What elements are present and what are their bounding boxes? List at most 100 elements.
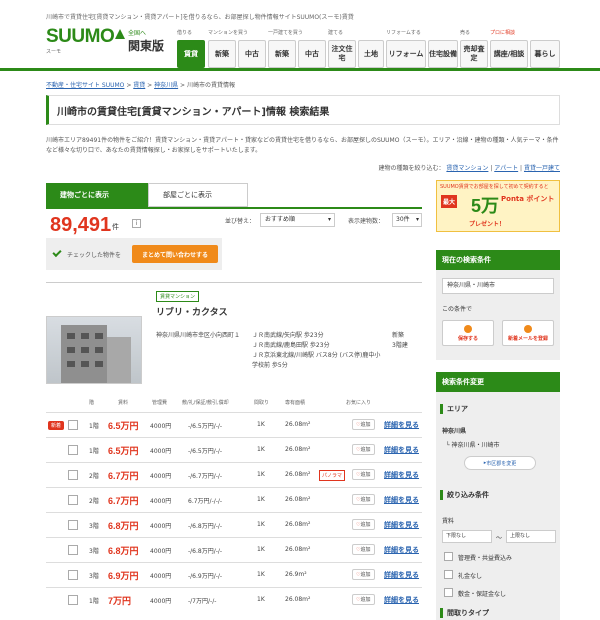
add-favorite-button[interactable]: ♡追加 bbox=[352, 494, 375, 505]
nav-equipment-button[interactable]: 住宅設備 bbox=[428, 40, 458, 68]
add-favorite-button[interactable]: ♡追加 bbox=[352, 544, 375, 555]
area-city: └ 神奈川県・川崎市 bbox=[446, 442, 500, 449]
add-favorite-button[interactable]: ♡追加 bbox=[352, 469, 375, 480]
listing-divider bbox=[46, 282, 422, 283]
table-row: 2階 6.7万円 4000円 6.7万円/-/-/- 1K 26.08m² ♡追加 詳細を見る bbox=[46, 487, 422, 511]
logo-arrow-icon bbox=[115, 29, 126, 39]
table-row: 新着 1階 6.5万円 4000円 -/6.5万円/-/- 1K 26.08m² ♡追加 詳細を… bbox=[46, 412, 422, 436]
panorama-badge: パノラマ bbox=[319, 470, 346, 481]
new-mail-button[interactable]: 新着メールを登録 bbox=[502, 320, 554, 346]
nav-land-button[interactable]: 土地 bbox=[358, 40, 384, 68]
mail-icon bbox=[524, 324, 532, 333]
nav-new-house-button[interactable]: 新築 bbox=[268, 40, 296, 68]
nav-used-house-button[interactable]: 中古 bbox=[298, 40, 326, 68]
info-icon[interactable]: i bbox=[132, 219, 141, 228]
nav-group-buy-mansion: マンションを買う bbox=[208, 30, 249, 36]
room-layout: 1K bbox=[257, 421, 265, 428]
nav-sell-button[interactable]: 売却査定 bbox=[460, 40, 488, 68]
add-favorite-button[interactable]: ♡追加 bbox=[352, 569, 375, 580]
building-name[interactable]: リブリ・カクタス bbox=[156, 305, 228, 318]
room-mgmt-fee: 4000円 bbox=[150, 523, 172, 530]
sort-label: 並び替え： bbox=[225, 218, 256, 225]
building-type-filter: 建物の種類を絞り込む： 賃貸マンション | アパート | 賃貸一戸建て bbox=[378, 165, 560, 172]
header-divider bbox=[0, 68, 600, 71]
save-condition-button[interactable]: 保存する bbox=[442, 320, 494, 346]
room-checkbox[interactable] bbox=[68, 570, 78, 580]
room-rent: 6.5万円 bbox=[108, 421, 139, 431]
nav-rent-button[interactable]: 賃貸 bbox=[177, 40, 205, 68]
ponta-campaign-banner[interactable]: SUUMO賃貸でお部屋を探して初めて契約すると 最大 5万 Ponta ポイント… bbox=[436, 180, 560, 232]
logo-subtitle: スーモ bbox=[46, 49, 62, 55]
nav-consult-button[interactable]: 講座/相談 bbox=[490, 40, 528, 68]
save-icon bbox=[464, 324, 472, 333]
no-deposit-checkbox[interactable] bbox=[444, 588, 453, 597]
current-conditions-header: 現在の検索条件 bbox=[436, 250, 560, 270]
rent-range-separator: ～ bbox=[496, 535, 503, 542]
nav-reform-button[interactable]: リフォーム bbox=[386, 40, 426, 68]
filter-house-link[interactable]: 賃貸一戸建て bbox=[524, 165, 560, 172]
room-mgmt-fee: 4000円 bbox=[150, 448, 172, 455]
building-address: 神奈川県川崎市幸区小向西町１ bbox=[156, 332, 241, 339]
room-rent: 6.7万円 bbox=[108, 471, 139, 481]
room-checkbox[interactable] bbox=[68, 470, 78, 480]
nav-new-mansion-button[interactable]: 新築 bbox=[208, 40, 236, 68]
suumo-logo[interactable]: SUUMO bbox=[46, 26, 126, 48]
room-checkbox[interactable] bbox=[68, 545, 78, 555]
filter-mansion-link[interactable]: 賃貸マンション bbox=[446, 165, 488, 172]
view-details-link[interactable]: 詳細を見る bbox=[384, 595, 419, 605]
room-checkbox[interactable] bbox=[68, 595, 78, 605]
breadcrumb-rent[interactable]: 賃貸 bbox=[133, 82, 145, 89]
tab-by-room[interactable]: 部屋ごとに表示 bbox=[148, 183, 248, 207]
nav-custom-house-button[interactable]: 注文住宅 bbox=[328, 40, 356, 68]
add-favorite-button[interactable]: ♡追加 bbox=[352, 419, 375, 430]
room-area: 26.08m² bbox=[285, 496, 311, 503]
room-deposit: -/7万円/-/- bbox=[188, 598, 217, 605]
rent-max-select[interactable]: 上限なし bbox=[506, 530, 556, 543]
room-deposit: 6.7万円/-/-/- bbox=[188, 498, 223, 505]
rent-min-select[interactable]: 下限なし bbox=[442, 530, 492, 543]
room-checkbox[interactable] bbox=[68, 495, 78, 505]
region-all-link[interactable]: 全国へ bbox=[128, 28, 146, 37]
view-details-link[interactable]: 詳細を見る bbox=[384, 420, 419, 430]
this-condition-label: この条件で bbox=[442, 306, 473, 313]
room-checkbox[interactable] bbox=[68, 445, 78, 455]
room-area: 26.08m² bbox=[285, 446, 311, 453]
add-favorite-button[interactable]: ♡追加 bbox=[352, 444, 375, 455]
table-row: 3階 6.8万円 4000円 -/6.8万円/-/- 1K 26.08m² ♡追加 詳細を見る bbox=[46, 537, 422, 561]
view-details-link[interactable]: 詳細を見る bbox=[384, 495, 419, 505]
nav-life-button[interactable]: 暮らし bbox=[530, 40, 560, 68]
breadcrumb-suumo[interactable]: 不動産・住宅サイト SUUMO bbox=[46, 82, 124, 89]
change-city-button[interactable]: ▸ 市区郡を変更 bbox=[464, 456, 536, 470]
add-favorite-button[interactable]: ♡追加 bbox=[352, 519, 375, 530]
room-rent: 6.8万円 bbox=[108, 546, 139, 556]
room-rent: 6.9万円 bbox=[108, 571, 139, 581]
area-prefecture: 神奈川県 bbox=[442, 428, 467, 435]
narrow-section-title: 絞り込み条件 bbox=[440, 490, 489, 500]
room-mgmt-fee: 4000円 bbox=[150, 423, 172, 430]
nav-used-mansion-button[interactable]: 中古 bbox=[238, 40, 266, 68]
mgmt-included-checkbox[interactable] bbox=[444, 552, 453, 561]
bulk-inquiry-button[interactable]: まとめて問い合わせする bbox=[132, 245, 218, 263]
room-deposit: -/6.8万円/-/- bbox=[188, 523, 223, 530]
tab-by-building[interactable]: 建物ごとに表示 bbox=[46, 183, 148, 207]
room-checkbox[interactable] bbox=[68, 520, 78, 530]
view-details-link[interactable]: 詳細を見る bbox=[384, 470, 419, 480]
room-checkbox[interactable] bbox=[68, 420, 78, 430]
no-deposit-label: 敷金・保証金なし bbox=[458, 591, 507, 598]
breadcrumb-kanagawa[interactable]: 神奈川県 bbox=[154, 82, 178, 89]
add-favorite-button[interactable]: ♡追加 bbox=[352, 594, 375, 605]
view-details-link[interactable]: 詳細を見る bbox=[384, 520, 419, 530]
room-floor: 3階 bbox=[89, 523, 99, 530]
view-details-link[interactable]: 詳細を見る bbox=[384, 570, 419, 580]
no-key-money-checkbox[interactable] bbox=[444, 570, 453, 579]
room-floor: 1階 bbox=[89, 598, 99, 605]
nav-group-buy-house: 一戸建てを買う bbox=[268, 30, 303, 36]
table-row: 3階 6.9万円 4000円 -/6.9万円/-/- 1K 26.9m² ♡追加 詳細を見る bbox=[46, 562, 422, 586]
sort-select[interactable]: おすすめ順 ▾ bbox=[260, 213, 335, 227]
display-count-select[interactable]: 30件 ▾ bbox=[392, 213, 422, 227]
view-details-link[interactable]: 詳細を見る bbox=[384, 545, 419, 555]
filter-apartment-link[interactable]: アパート bbox=[494, 165, 518, 172]
building-photo[interactable] bbox=[46, 316, 142, 384]
room-rent: 6.5万円 bbox=[108, 446, 139, 456]
view-details-link[interactable]: 詳細を見る bbox=[384, 445, 419, 455]
